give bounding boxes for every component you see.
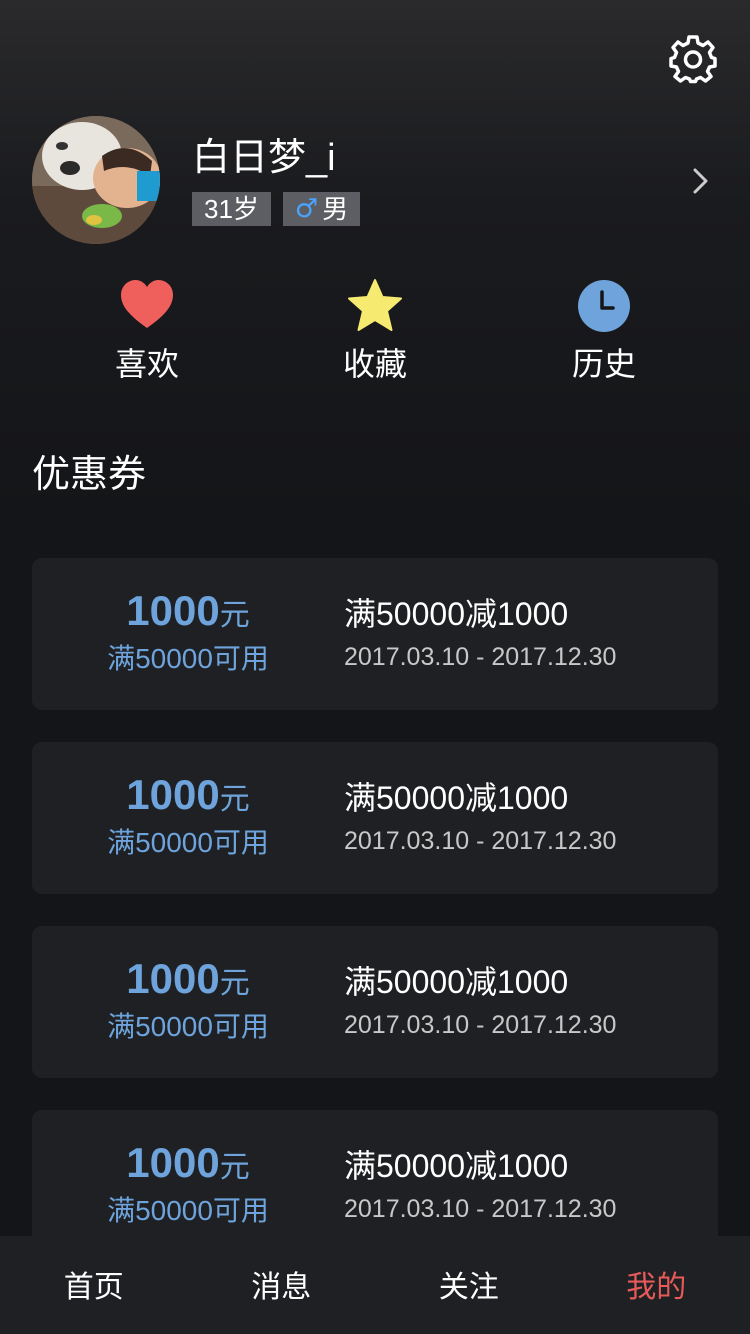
coupon-title: 满50000减1000 xyxy=(344,780,569,816)
coupon-amount-number: 1000 xyxy=(126,955,220,1002)
gender-badge: ♂ 男 xyxy=(282,192,361,226)
coupon-value: 1000元 满50000可用 xyxy=(72,586,304,677)
section-title-coupons: 优惠券 xyxy=(32,454,147,496)
coupon-condition: 满50000可用 xyxy=(107,1011,269,1042)
coupon-condition: 满50000可用 xyxy=(107,643,269,674)
gear-icon xyxy=(669,35,717,84)
tab-home[interactable]: 首页 xyxy=(0,1236,188,1334)
coupon-card[interactable]: 1000元 满50000可用 满50000减1000 2017.03.10 - … xyxy=(32,926,718,1078)
settings-button[interactable] xyxy=(668,34,718,84)
coupon-date-range: 2017.03.10 - 2017.12.30 xyxy=(344,1011,617,1039)
clock-icon xyxy=(578,280,630,332)
gender-label: 男 xyxy=(322,194,349,224)
tab-following[interactable]: 关注 xyxy=(375,1236,563,1334)
coupon-card[interactable]: 1000元 满50000可用 满50000减1000 2017.03.10 - … xyxy=(32,558,718,710)
coupon-amount-unit: 元 xyxy=(219,1151,250,1184)
tab-mine[interactable]: 我的 xyxy=(563,1236,750,1334)
coupon-value: 1000元 满50000可用 xyxy=(72,770,304,861)
coupon-info: 满50000减1000 2017.03.10 - 2017.12.30 xyxy=(344,962,616,1042)
coupon-amount-unit: 元 xyxy=(219,599,250,632)
coupon-amount: 1000元 xyxy=(72,1138,304,1193)
shortcut-favorite[interactable]: 收藏 xyxy=(310,278,440,388)
coupon-title: 满50000减1000 xyxy=(344,1148,569,1184)
coupon-value: 1000元 满50000可用 xyxy=(72,954,304,1045)
coupon-date-range: 2017.03.10 - 2017.12.30 xyxy=(344,827,617,855)
shortcut-label: 收藏 xyxy=(342,346,407,382)
coupon-title: 满50000减1000 xyxy=(344,596,569,632)
tab-messages[interactable]: 消息 xyxy=(188,1236,376,1334)
coupon-card[interactable]: 1000元 满50000可用 满50000减1000 2017.03.10 - … xyxy=(32,742,718,894)
profile-tags: 31岁 ♂ 男 xyxy=(192,192,361,226)
age-badge: 31岁 xyxy=(192,192,271,226)
coupon-amount-unit: 元 xyxy=(219,783,250,816)
bottom-tab-bar: 首页 消息 关注 我的 xyxy=(0,1236,750,1334)
shortcut-label: 喜欢 xyxy=(114,346,179,382)
coupon-value: 1000元 满50000可用 xyxy=(72,1138,304,1229)
coupon-amount-number: 1000 xyxy=(126,771,220,818)
coupon-date-range: 2017.03.10 - 2017.12.30 xyxy=(344,1195,617,1223)
coupon-info: 满50000减1000 2017.03.10 - 2017.12.30 xyxy=(344,594,616,674)
coupon-condition: 满50000可用 xyxy=(107,1195,269,1226)
coupon-date-range: 2017.03.10 - 2017.12.30 xyxy=(344,643,617,671)
coupon-info: 满50000减1000 2017.03.10 - 2017.12.30 xyxy=(344,1146,616,1226)
chevron-right-icon[interactable] xyxy=(690,166,712,196)
username: 白日梦_i xyxy=(192,137,336,179)
avatar-photo xyxy=(32,116,160,244)
heart-icon xyxy=(121,280,173,328)
coupon-list: 1000元 满50000可用 满50000减1000 2017.03.10 - … xyxy=(32,558,718,1294)
male-icon: ♂ xyxy=(294,194,319,224)
shortcut-label: 历史 xyxy=(571,346,636,382)
coupon-amount-number: 1000 xyxy=(126,1139,220,1186)
shortcut-history[interactable]: 历史 xyxy=(539,278,669,388)
coupon-info: 满50000减1000 2017.03.10 - 2017.12.30 xyxy=(344,778,616,858)
coupon-amount-unit: 元 xyxy=(219,967,250,1000)
star-icon xyxy=(348,279,402,331)
coupon-amount: 1000元 xyxy=(72,586,304,641)
coupon-amount: 1000元 xyxy=(72,770,304,825)
profile-page: 白日梦_i 31岁 ♂ 男 喜欢 收藏 历史 优惠券 1000元 满50000可… xyxy=(0,0,750,1334)
shortcut-row: 喜欢 收藏 历史 xyxy=(0,278,750,388)
coupon-amount: 1000元 xyxy=(72,954,304,1009)
profile-header[interactable]: 白日梦_i 31岁 ♂ 男 xyxy=(32,116,718,246)
coupon-title: 满50000减1000 xyxy=(344,964,569,1000)
coupon-condition: 满50000可用 xyxy=(107,827,269,858)
age-label: 31岁 xyxy=(204,194,259,224)
shortcut-like[interactable]: 喜欢 xyxy=(82,278,212,388)
coupon-amount-number: 1000 xyxy=(126,587,220,634)
avatar[interactable] xyxy=(32,116,160,244)
